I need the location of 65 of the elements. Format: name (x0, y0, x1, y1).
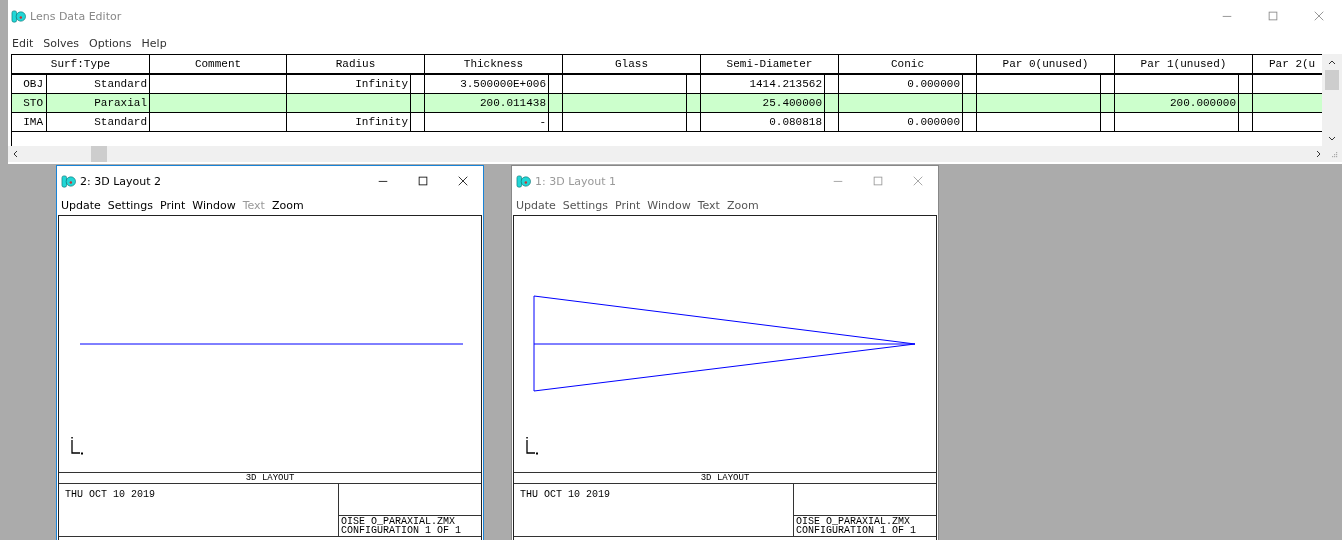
scroll-thumb[interactable] (91, 146, 107, 162)
app-icon (61, 173, 76, 189)
column-header: Par 0(unused) (977, 54, 1115, 73)
file-name: OISE O_PARAXIAL.ZMX (341, 517, 456, 526)
menu-item[interactable]: Edit (12, 36, 34, 50)
table-cell: Infinity (287, 112, 411, 131)
column-header: Radius (287, 54, 425, 73)
table-cell: - (425, 112, 549, 131)
table-cell: Paraxial (47, 93, 150, 112)
column-header: Conic (839, 54, 977, 73)
table-cell: 3.500000E+006 (425, 74, 549, 93)
resize-grip-icon[interactable] (1329, 149, 1339, 159)
menu-item[interactable]: Print (159, 199, 186, 212)
close-icon[interactable] (457, 175, 469, 187)
plot-date: THU OCT 10 2019 (64, 488, 156, 502)
window-title: 2: 3D Layout 2 (80, 174, 162, 188)
menu-item[interactable]: Print (614, 199, 641, 212)
table-cell: Standard (47, 74, 150, 93)
vertical-scrollbar[interactable] (1322, 53, 1342, 146)
table-cell: 0.000000 (839, 74, 963, 93)
scroll-thumb[interactable] (1325, 69, 1339, 90)
column-header: Thickness (425, 54, 563, 73)
table-cell: Standard (47, 112, 150, 131)
configuration-label: CONFIGURATION 1 OF 1 (341, 526, 463, 535)
window-title: Lens Data Editor (30, 9, 122, 23)
table-cell: OBJ (12, 74, 47, 93)
menu-item[interactable]: Zoom (271, 199, 304, 212)
menu-item[interactable]: Settings (562, 199, 608, 212)
column-header: Semi-Diameter (701, 54, 839, 73)
file-name: OISE O_PARAXIAL.ZMX (796, 517, 911, 526)
plot-date: THU OCT 10 2019 (519, 488, 611, 502)
menu-item[interactable]: Help (141, 36, 167, 50)
table-cell: IMA (12, 112, 47, 131)
menu-item[interactable]: Update (61, 199, 101, 212)
table-cell: 200.011438 (425, 93, 549, 112)
table-cell: 25.400000 (701, 93, 825, 112)
column-header: Glass (563, 54, 701, 73)
menu-item[interactable]: Window (647, 199, 691, 212)
table-cell: Infinity (287, 74, 411, 93)
menu-item[interactable]: Settings (107, 199, 153, 212)
table-cell: STO (12, 93, 47, 112)
app-icon (516, 173, 531, 189)
menu-item[interactable]: Options (89, 36, 132, 50)
column-header: Comment (150, 54, 287, 73)
axes-icon (526, 437, 538, 455)
menu-item[interactable]: Solves (43, 36, 80, 50)
menu-item[interactable]: Window (192, 199, 236, 212)
configuration-label: CONFIGURATION 1 OF 1 (796, 526, 918, 535)
table-cell: 0.080818 (701, 112, 825, 131)
app-icon (11, 8, 26, 24)
maximize-icon[interactable] (417, 175, 429, 187)
table-cell: 0.000000 (839, 112, 963, 131)
plot-title: 3D LAYOUT (59, 472, 481, 484)
column-header: Par 1(unused) (1115, 54, 1253, 73)
table-cell: 1414.213562 (701, 74, 825, 93)
plot-title: 3D LAYOUT (514, 472, 936, 484)
column-header: Surf:Type (12, 54, 150, 73)
horizontal-scrollbar[interactable] (8, 146, 1342, 162)
axes-icon (71, 437, 83, 455)
menu-item[interactable]: Update (516, 199, 556, 212)
window-title: 1: 3D Layout 1 (535, 174, 617, 188)
table-cell: 200.000000 (1115, 93, 1239, 112)
menu-item[interactable]: Text (697, 199, 720, 212)
menu-item[interactable]: Zoom (726, 199, 759, 212)
column-header: Par 2(u (1268, 56, 1317, 72)
